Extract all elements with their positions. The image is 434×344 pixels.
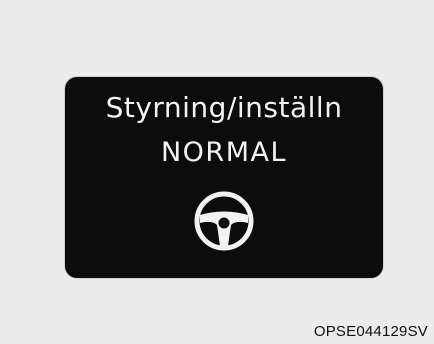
display-title: Styrning/inställn	[105, 91, 343, 124]
figure-code: OPSE044129SV	[313, 323, 428, 340]
cluster-display-panel: Styrning/inställn NORMAL	[65, 77, 383, 278]
steering-mode-value: NORMAL	[160, 137, 288, 168]
steering-wheel-icon	[192, 189, 256, 253]
